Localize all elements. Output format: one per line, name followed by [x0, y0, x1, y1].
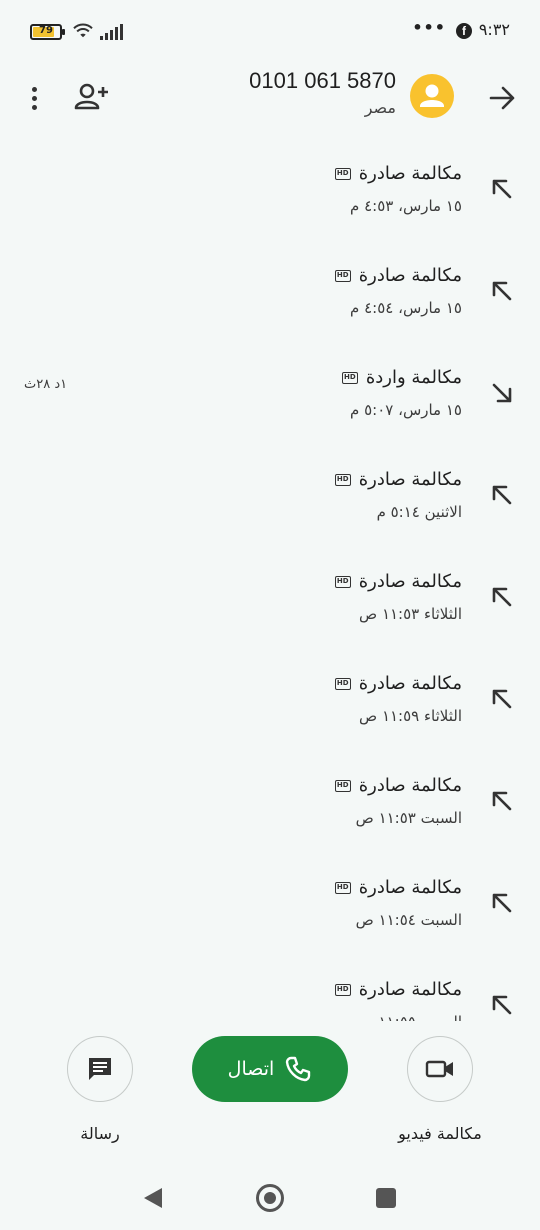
- outgoing-call-icon: [492, 995, 512, 1015]
- hd-icon: HD: [334, 779, 351, 792]
- outgoing-call-icon: [492, 485, 512, 505]
- message-button[interactable]: [67, 1036, 133, 1102]
- call-log-item[interactable]: مكالمة صادرة HD ١٥ مارس، ٤:٥٤ م: [0, 247, 540, 349]
- call-type-row: مكالمة صادرة HD: [334, 265, 462, 286]
- call-time: ١٥ مارس، ٤:٥٣ م: [350, 197, 462, 215]
- hd-icon: HD: [334, 677, 351, 690]
- incoming-call-icon: [492, 383, 512, 403]
- video-camera-icon: [425, 1060, 453, 1078]
- contact-number: 0101 061 5870: [249, 68, 396, 93]
- call-type-row: مكالمة صادرة HD: [334, 775, 462, 796]
- call-history-list[interactable]: مكالمة صادرة HD ١٥ مارس، ٤:٥٣ م مكالمة صادر…: [0, 145, 540, 1021]
- action-bar: اتصال رسالة مكالمة فيديو: [0, 1022, 540, 1152]
- call-log-item[interactable]: مكالمة صادرة HD السبت ١١:٥٤ ص: [0, 859, 540, 961]
- video-call-button[interactable]: [407, 1036, 473, 1102]
- hd-icon: HD: [334, 473, 351, 486]
- phone-icon: [286, 1056, 311, 1082]
- outgoing-call-icon: [492, 893, 512, 913]
- nav-home-icon[interactable]: [256, 1184, 284, 1212]
- notification-overflow-icon: •••: [412, 18, 446, 37]
- status-bar: 79 ••• f ٩:٣٢: [0, 0, 540, 60]
- call-log-item[interactable]: مكالمة واردة HD ١٥ مارس، ٥:٠٧ م ١د ٢٨ث: [0, 349, 540, 451]
- message-icon: [89, 1058, 111, 1080]
- status-time: ٩:٣٢: [478, 20, 510, 39]
- call-log-item[interactable]: مكالمة صادرة HD السبت ١١:٥٣ ص: [0, 757, 540, 859]
- nav-back-icon[interactable]: [142, 1186, 164, 1210]
- call-log-item[interactable]: مكالمة صادرة HD الثلاثاء ١١:٥٣ ص: [0, 553, 540, 655]
- back-arrow-icon[interactable]: [486, 82, 518, 114]
- battery-icon: 79: [30, 24, 65, 40]
- call-type: مكالمة صادرة: [358, 469, 462, 490]
- navigation-bar: [0, 1160, 540, 1230]
- more-options-button[interactable]: [20, 80, 48, 116]
- call-time: السبت ١١:٥٥ ص: [356, 1013, 462, 1021]
- avatar: [410, 74, 454, 118]
- hd-icon: HD: [341, 371, 358, 384]
- call-type: مكالمة صادرة: [358, 673, 462, 694]
- call-type: مكالمة صادرة: [358, 979, 462, 1000]
- call-type: مكالمة صادرة: [358, 163, 462, 184]
- call-type-row: مكالمة صادرة HD: [334, 163, 462, 184]
- video-call-label: مكالمة فيديو: [398, 1124, 482, 1143]
- hd-icon: HD: [334, 983, 351, 996]
- call-type-row: مكالمة صادرة HD: [334, 877, 462, 898]
- call-time: الثلاثاء ١١:٥٣ ص: [359, 605, 462, 623]
- outgoing-call-icon: [492, 281, 512, 301]
- call-log-item[interactable]: مكالمة صادرة HD الاثنين ٥:١٤ م: [0, 451, 540, 553]
- person-icon: [420, 84, 444, 107]
- call-type: مكالمة واردة: [365, 367, 462, 388]
- hd-icon: HD: [334, 269, 351, 282]
- call-time: ١٥ مارس، ٥:٠٧ م: [350, 401, 462, 419]
- outgoing-call-icon: [492, 791, 512, 811]
- outgoing-call-icon: [492, 587, 512, 607]
- hd-icon: HD: [334, 167, 351, 180]
- call-time: الثلاثاء ١١:٥٩ ص: [359, 707, 462, 725]
- call-time: السبت ١١:٥٣ ص: [355, 809, 462, 827]
- signal-icon: [100, 24, 123, 40]
- hd-icon: HD: [334, 575, 351, 588]
- call-button-label: اتصال: [227, 1058, 275, 1080]
- outgoing-call-icon: [492, 689, 512, 709]
- call-time: السبت ١١:٥٤ ص: [355, 911, 462, 929]
- battery-level: 79: [39, 25, 53, 36]
- wifi-icon: [73, 23, 93, 38]
- call-log-item[interactable]: مكالمة صادرة HD السبت ١١:٥٥ ص: [0, 961, 540, 1021]
- call-type: مكالمة صادرة: [358, 775, 462, 796]
- call-log-item[interactable]: مكالمة صادرة HD ١٥ مارس، ٤:٥٣ م: [0, 145, 540, 247]
- call-type: مكالمة صادرة: [358, 877, 462, 898]
- call-type: مكالمة صادرة: [358, 265, 462, 286]
- facebook-icon: f: [456, 23, 472, 39]
- contact-country: مصر: [364, 98, 396, 117]
- call-type-row: مكالمة صادرة HD: [334, 469, 462, 490]
- call-type-row: مكالمة واردة HD: [341, 367, 462, 388]
- call-type-row: مكالمة صادرة HD: [334, 673, 462, 694]
- call-log-item[interactable]: مكالمة صادرة HD الثلاثاء ١١:٥٩ ص: [0, 655, 540, 757]
- call-duration: ١د ٢٨ث: [24, 377, 68, 392]
- hd-icon: HD: [334, 881, 351, 894]
- call-type-row: مكالمة صادرة HD: [334, 571, 462, 592]
- contact-header: 0101 061 5870 مصر: [0, 60, 540, 140]
- outgoing-call-icon: [492, 179, 512, 199]
- add-contact-button[interactable]: [72, 80, 112, 116]
- message-label: رسالة: [80, 1124, 120, 1143]
- call-button[interactable]: اتصال: [192, 1036, 348, 1102]
- call-type-row: مكالمة صادرة HD: [334, 979, 462, 1000]
- call-time: ١٥ مارس، ٤:٥٤ م: [350, 299, 462, 317]
- call-time: الاثنين ٥:١٤ م: [376, 503, 462, 521]
- call-type: مكالمة صادرة: [358, 571, 462, 592]
- nav-recents-icon[interactable]: [376, 1188, 396, 1208]
